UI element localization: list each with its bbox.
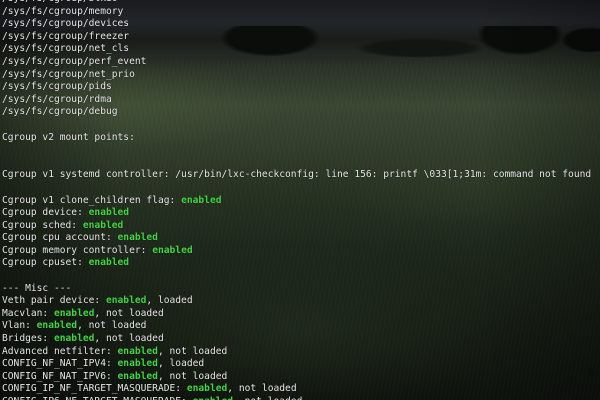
terminal-line-text: CONFIG_NF_NAT_IPV6: — [2, 370, 118, 382]
terminal-line-suffix: , not loaded — [157, 370, 228, 382]
terminal-line-text: CONFIG_IP_NF_TARGET_MASQUERADE: — [2, 383, 187, 395]
status-enabled: enabled — [53, 307, 95, 319]
terminal-line: /sys/fs/cgroup/perf_event — [2, 56, 600, 69]
terminal-line: Cgroup cpuset: enabled — [2, 257, 600, 270]
status-enabled: enabled — [193, 396, 233, 400]
terminal-line: /sys/fs/cgroup/debug — [2, 106, 600, 119]
terminal-line-text: Bridges: — [2, 333, 54, 345]
status-enabled: enabled — [117, 345, 158, 357]
terminal-line-suffix: , not loaded — [94, 333, 164, 345]
status-enabled: enabled — [117, 358, 158, 370]
terminal-line-text: Cgroup v1 systemd controller: /usr/bin/l… — [2, 169, 592, 181]
status-enabled: enabled — [88, 207, 130, 219]
terminal-line-text: /sys/fs/cgroup/freezer — [2, 30, 130, 42]
status-enabled: enabled — [88, 257, 130, 269]
terminal-line-text: /sys/fs/cgroup/devices — [2, 18, 130, 30]
terminal-line-suffix: , not loaded — [157, 345, 228, 357]
terminal-line: Bridges: enabled, not loaded — [2, 333, 600, 346]
terminal-line: /sys/fs/cgroup/pids — [2, 81, 600, 94]
terminal-line-text: /sys/fs/cgroup/rdma — [2, 93, 112, 105]
terminal-line: CONFIG_IP_NF_TARGET_MASQUERADE: enabled,… — [2, 383, 600, 396]
terminal-line: CONFIG_IP6_NF_TARGET_MASQUERADE: enabled… — [2, 396, 600, 400]
terminal-line-text: /sys/fs/cgroup/blkio — [2, 0, 118, 4]
terminal-line: Cgroup v1 systemd controller: /usr/bin/l… — [2, 169, 600, 182]
terminal-output[interactable]: /sys/fs/cgroup/blkio/sys/fs/cgroup/memor… — [0, 0, 600, 400]
terminal-line-text: Cgroup device: — [2, 207, 89, 219]
terminal-line: /sys/fs/cgroup/devices — [2, 18, 600, 31]
terminal-line-text: /sys/fs/cgroup/pids — [2, 81, 112, 93]
terminal-line-text: --- Misc --- — [2, 282, 72, 294]
terminal-line-text: Cgroup cpuset: — [2, 257, 89, 269]
terminal-line-suffix: , not loaded — [94, 307, 164, 319]
terminal-line: /sys/fs/cgroup/rdma — [2, 94, 600, 107]
status-enabled: enabled — [82, 219, 124, 231]
terminal-line-text: CONFIG_IP6_NF_TARGET_MASQUERADE: — [2, 396, 193, 400]
terminal-line-suffix: , not loaded — [227, 383, 297, 395]
terminal-line: Advanced netfilter: enabled, not loaded — [2, 346, 600, 359]
terminal-line: CONFIG_NF_NAT_IPV4: enabled, loaded — [2, 358, 600, 371]
terminal-line: /sys/fs/cgroup/freezer — [2, 31, 600, 44]
terminal-line-text: Vlan: — [2, 320, 37, 332]
terminal-line-text: Macvlan: — [2, 307, 54, 319]
terminal-line: CONFIG_NF_NAT_IPV6: enabled, not loaded — [2, 371, 600, 384]
status-enabled: enabled — [117, 232, 158, 244]
terminal-line-text: /sys/fs/cgroup/debug — [2, 106, 118, 118]
terminal-line: Cgroup memory controller: enabled — [2, 245, 600, 258]
terminal-line: Cgroup device: enabled — [2, 207, 600, 220]
status-enabled: enabled — [105, 295, 147, 307]
terminal-line-text: CONFIG_NF_NAT_IPV4: — [2, 358, 118, 370]
terminal-line: Veth pair device: enabled, loaded — [2, 295, 600, 308]
terminal-line-suffix: , not loaded — [233, 396, 302, 400]
terminal-line-text: Cgroup sched: — [2, 219, 83, 231]
terminal-line-text: Cgroup v2 mount points: — [2, 131, 135, 143]
terminal-line-text: /sys/fs/cgroup/net_cls — [2, 43, 130, 55]
terminal-line: Vlan: enabled, not loaded — [2, 320, 600, 333]
terminal-line-text: Advanced netfilter: — [2, 345, 118, 357]
terminal-line-text: /sys/fs/cgroup/perf_event — [2, 55, 147, 67]
terminal-line: Cgroup v1 clone_children flag: enabled — [2, 195, 600, 208]
status-enabled: enabled — [152, 244, 193, 256]
terminal-line: /sys/fs/cgroup/net_cls — [2, 43, 600, 56]
terminal-line-suffix: , loaded — [157, 358, 205, 370]
status-enabled: enabled — [181, 194, 222, 206]
terminal-line-text: /sys/fs/cgroup/memory — [2, 5, 124, 17]
status-enabled: enabled — [186, 383, 228, 395]
terminal-line: Cgroup sched: enabled — [2, 220, 600, 233]
desktop-screen: /sys/fs/cgroup/blkio/sys/fs/cgroup/memor… — [0, 0, 600, 400]
terminal-line: --- Misc --- — [2, 283, 600, 296]
terminal-line-text: Cgroup memory controller: — [2, 244, 153, 256]
terminal-line-text: /sys/fs/cgroup/net_prio — [2, 68, 135, 80]
terminal-line-suffix: , not loaded — [77, 320, 147, 332]
terminal-line-text: Cgroup v1 clone_children flag: — [2, 194, 182, 206]
status-enabled: enabled — [117, 370, 158, 382]
status-enabled: enabled — [53, 333, 95, 345]
terminal-line-text: Veth pair device: — [2, 295, 106, 307]
terminal-line: Cgroup v2 mount points: — [2, 132, 600, 145]
terminal-line-suffix: , loaded — [146, 295, 193, 307]
terminal-line-text: Cgroup cpu account: — [2, 232, 118, 244]
terminal-line: Cgroup cpu account: enabled — [2, 232, 600, 245]
status-enabled: enabled — [36, 320, 78, 332]
terminal-line: Macvlan: enabled, not loaded — [2, 308, 600, 321]
terminal-line: /sys/fs/cgroup/net_prio — [2, 69, 600, 82]
terminal-line: /sys/fs/cgroup/memory — [2, 6, 600, 19]
